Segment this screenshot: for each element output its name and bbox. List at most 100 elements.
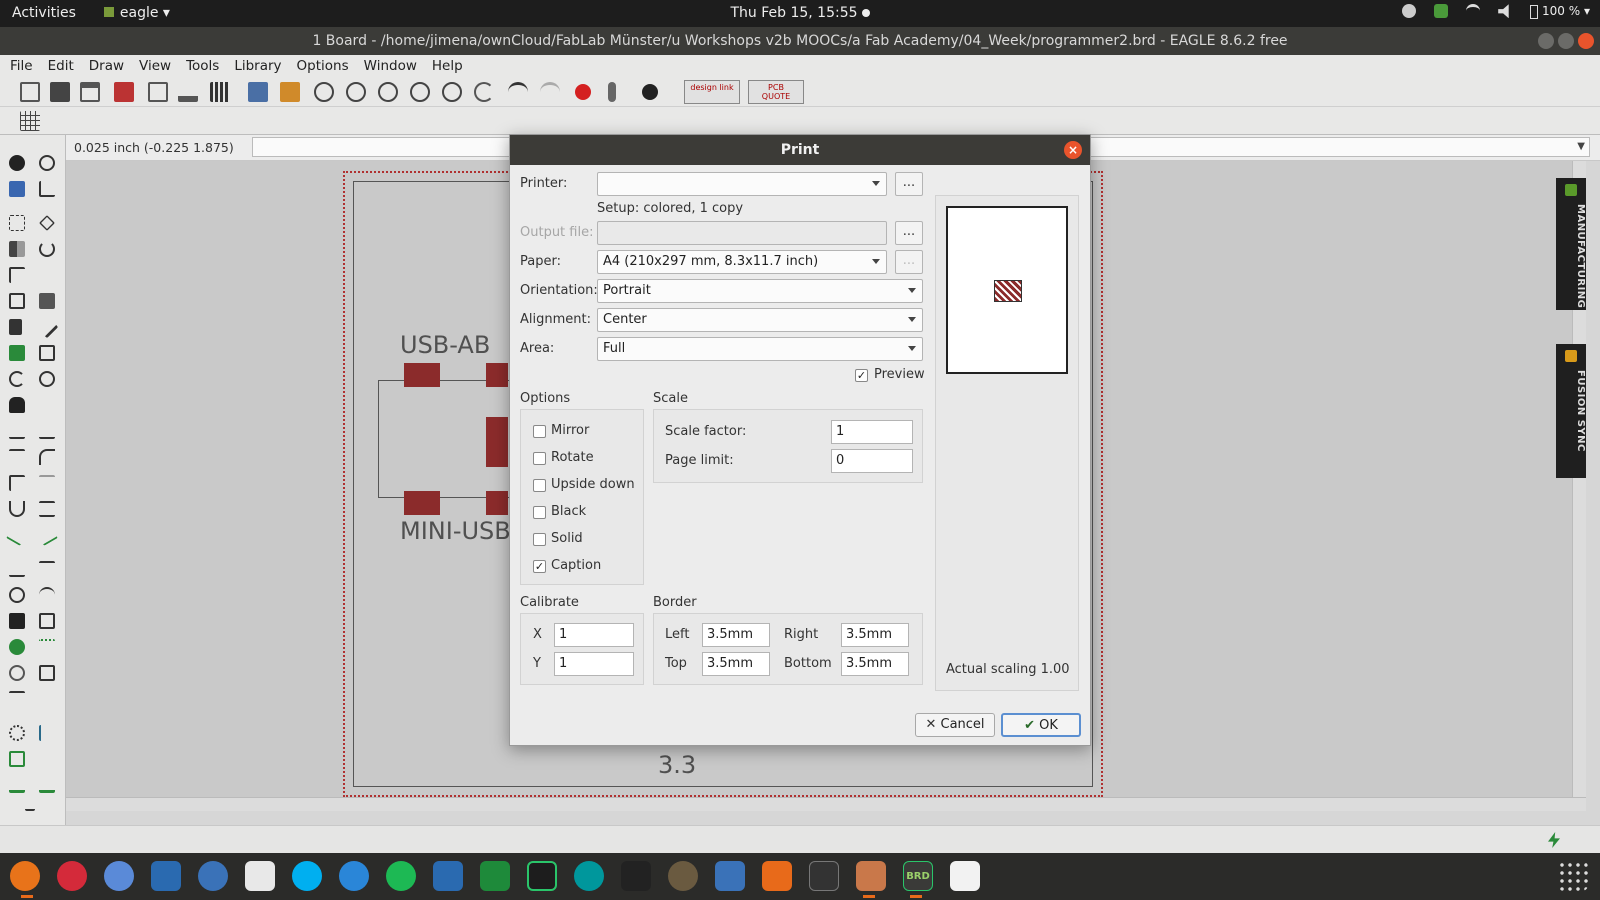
preview-checkbox[interactable]: ✓ [855, 369, 868, 382]
menu-view[interactable]: View [139, 58, 171, 74]
grid-icon[interactable] [20, 111, 40, 131]
area-select[interactable]: Full [597, 337, 923, 361]
border-left-input[interactable]: 3.5mm [702, 623, 770, 647]
split-icon[interactable] [9, 449, 25, 465]
print-icon[interactable] [80, 82, 100, 102]
autorouter-icon[interactable] [39, 725, 55, 741]
redo-icon[interactable] [540, 82, 560, 102]
ratsnest-icon[interactable] [9, 725, 25, 741]
lightning-icon[interactable] [1548, 832, 1560, 848]
menu-edit[interactable]: Edit [48, 58, 74, 74]
firefox-icon[interactable] [10, 861, 40, 891]
menu-window[interactable]: Window [364, 58, 417, 74]
menu-help[interactable]: Help [432, 58, 463, 74]
manufacturing-icon[interactable] [178, 82, 198, 102]
library-icon[interactable] [210, 82, 230, 102]
miter-icon[interactable] [39, 449, 55, 465]
circle-icon[interactable] [9, 587, 25, 603]
document-icon[interactable] [950, 861, 980, 891]
open-icon[interactable] [20, 82, 40, 102]
solid-checkbox[interactable] [533, 533, 546, 546]
drc-icon[interactable] [39, 777, 55, 793]
display-layers-icon[interactable] [9, 181, 25, 197]
move-icon[interactable] [39, 215, 55, 231]
paste-icon[interactable] [39, 293, 55, 309]
erc-icon[interactable] [9, 777, 25, 793]
value-icon[interactable] [39, 423, 55, 439]
show-apps-icon[interactable] [1558, 861, 1588, 891]
copy-icon[interactable] [9, 293, 25, 309]
gimp-icon[interactable] [668, 861, 698, 891]
menu-options[interactable]: Options [297, 58, 349, 74]
vivaldi-icon[interactable] [57, 861, 87, 891]
optimize-icon[interactable] [39, 475, 55, 491]
rotate-checkbox[interactable] [533, 452, 546, 465]
clock[interactable]: Thu Feb 15, 15:55 [0, 5, 1600, 21]
volume-icon[interactable] [1498, 4, 1509, 19]
software-center-icon[interactable] [762, 861, 792, 891]
line-icon[interactable] [9, 561, 25, 577]
menu-draw[interactable]: Draw [89, 58, 124, 74]
spotify-icon[interactable] [386, 861, 416, 891]
eagle-brd-icon[interactable]: BRD [903, 861, 933, 891]
change-icon[interactable] [35, 315, 59, 339]
calc-icon[interactable] [480, 861, 510, 891]
slice-icon[interactable] [9, 475, 25, 491]
show-icon[interactable] [39, 155, 55, 171]
caption-checkbox[interactable]: ✓ [533, 560, 546, 573]
align-icon[interactable] [9, 267, 25, 283]
arc-icon[interactable] [39, 587, 55, 603]
border-bottom-input[interactable]: 3.5mm [841, 652, 909, 676]
page-limit-input[interactable]: 0 [831, 449, 913, 473]
rectangle-icon[interactable] [9, 613, 25, 629]
printer-select[interactable] [597, 172, 887, 196]
script-icon[interactable] [248, 82, 268, 102]
delete-icon[interactable] [9, 319, 22, 335]
redraw-icon[interactable] [474, 82, 494, 102]
manufacturing-tab[interactable]: MANUFACTURING [1556, 178, 1586, 310]
replace-icon[interactable] [39, 345, 55, 361]
info-icon[interactable] [9, 155, 25, 171]
alignment-select[interactable]: Center [597, 308, 923, 332]
dialog-close-button[interactable]: × [1064, 141, 1082, 159]
ulp-icon[interactable] [280, 82, 300, 102]
maximize-button[interactable] [1558, 33, 1574, 49]
calibrate-x-input[interactable]: 1 [554, 623, 634, 647]
upside-down-checkbox[interactable] [533, 479, 546, 492]
files-icon[interactable] [856, 861, 886, 891]
pcb-quote-button[interactable]: PCB QUOTE [748, 80, 804, 104]
zoom-in-icon[interactable] [346, 82, 366, 102]
paper-settings-button[interactable]: ... [895, 250, 923, 274]
layer-icon[interactable] [9, 751, 25, 767]
mark-icon[interactable] [39, 181, 55, 197]
window-close-button[interactable] [1578, 33, 1594, 49]
settings-gear-icon[interactable] [1402, 4, 1417, 19]
cam-processor-icon[interactable] [148, 82, 168, 102]
dimension-icon[interactable] [9, 691, 25, 707]
zoom-select-icon[interactable] [410, 82, 430, 102]
smash-icon[interactable] [39, 371, 55, 387]
swap-icon[interactable] [9, 371, 25, 387]
chromium-icon[interactable] [104, 861, 134, 891]
skype-icon[interactable] [292, 861, 322, 891]
menu-library[interactable]: Library [234, 58, 281, 74]
attribute-icon[interactable] [39, 665, 55, 681]
lock-icon[interactable] [9, 397, 25, 413]
route-icon[interactable] [6, 524, 28, 546]
rotate-icon[interactable] [39, 241, 55, 257]
owncloud-icon[interactable] [198, 861, 228, 891]
update-shield-icon[interactable] [1434, 4, 1449, 19]
border-right-input[interactable]: 3.5mm [841, 623, 909, 647]
black-checkbox[interactable] [533, 506, 546, 519]
route-multiple-icon[interactable] [39, 501, 55, 517]
battery-indicator[interactable]: 100 % ▾ [1530, 4, 1590, 19]
cancel-button[interactable]: ✕ Cancel [915, 713, 995, 737]
inkscape-icon[interactable] [621, 861, 651, 891]
menu-file[interactable]: File [10, 58, 33, 74]
stop-icon[interactable] [575, 84, 591, 100]
virtualbox-icon[interactable] [151, 861, 181, 891]
terminal-icon[interactable] [809, 861, 839, 891]
zoom-fit-icon[interactable] [314, 82, 334, 102]
zoom-last-icon[interactable] [442, 82, 462, 102]
mirror-icon[interactable] [9, 241, 25, 257]
